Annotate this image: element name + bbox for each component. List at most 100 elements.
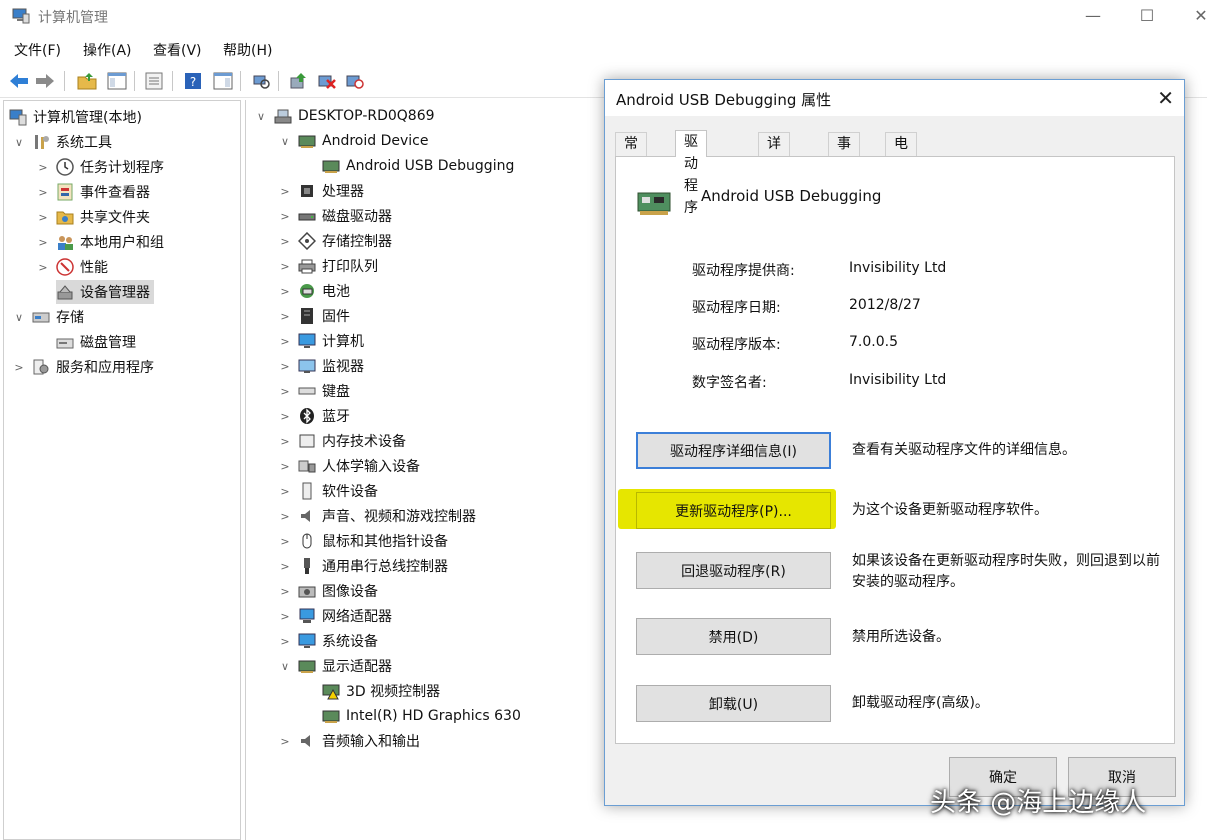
expand-chevron-icon[interactable]: >	[278, 359, 292, 373]
disable-device-button[interactable]: 禁用(D)	[636, 618, 831, 655]
device-category[interactable]: > 鼠标和其他指针设备	[278, 529, 448, 553]
device-category[interactable]: > 声音、视频和游戏控制器	[278, 504, 476, 528]
device-category[interactable]: > 通用串行总线控制器	[278, 554, 448, 578]
menu-file[interactable]: 文件(F)	[14, 40, 61, 60]
help-icon[interactable]: ?	[182, 70, 204, 92]
tree-item-performance[interactable]: > 性能	[36, 255, 108, 279]
expand-chevron-icon[interactable]: >	[278, 634, 292, 648]
tab-details[interactable]: 详细信息	[758, 132, 790, 218]
expand-chevron-icon[interactable]: >	[12, 360, 26, 374]
device-category[interactable]: > 计算机	[278, 329, 364, 353]
tree-item-local-users[interactable]: > 本地用户和组	[36, 230, 164, 254]
expand-chevron-icon[interactable]: >	[278, 584, 292, 598]
expand-chevron-icon[interactable]: >	[278, 259, 292, 273]
minimize-button[interactable]: —	[1070, 0, 1116, 30]
show-tree-icon[interactable]	[106, 70, 128, 92]
expand-chevron-icon[interactable]: >	[278, 384, 292, 398]
expand-chevron-icon[interactable]: >	[278, 234, 292, 248]
expand-chevron-icon[interactable]: >	[36, 185, 50, 199]
expand-chevron-icon[interactable]: >	[278, 184, 292, 198]
device-category[interactable]: > 蓝牙	[278, 404, 350, 428]
expand-chevron-icon[interactable]: >	[278, 534, 292, 548]
tree-item-disk-management[interactable]: 磁盘管理	[56, 330, 136, 354]
device-category[interactable]: > 系统设备	[278, 629, 378, 653]
disable-device-icon[interactable]	[344, 70, 366, 92]
expand-chevron-icon[interactable]: >	[278, 609, 292, 623]
tree-item-computer-management[interactable]: 计算机管理(本地)	[9, 105, 142, 129]
device-category[interactable]: > 存储控制器	[278, 229, 392, 253]
device-category[interactable]: > 音频输入和输出	[278, 729, 420, 753]
device-card-icon	[322, 710, 340, 723]
close-button[interactable]: ✕	[1178, 0, 1207, 30]
device-category[interactable]: > 磁盘驱动器	[278, 204, 392, 228]
collapse-chevron-icon[interactable]: ∨	[278, 659, 292, 673]
device-tree-root[interactable]: ∨ DESKTOP-RD0Q869	[254, 104, 435, 128]
device-category[interactable]: > 网络适配器	[278, 604, 392, 628]
device-category[interactable]: > 内存技术设备	[278, 429, 406, 453]
scan-hardware-icon[interactable]	[250, 70, 272, 92]
forward-arrow-icon[interactable]	[34, 70, 56, 92]
expand-chevron-icon[interactable]: >	[36, 260, 50, 274]
uninstall-driver-button[interactable]: 卸载(U)	[636, 685, 831, 722]
up-folder-icon[interactable]	[76, 70, 98, 92]
storage-controller-icon	[298, 232, 316, 250]
properties-icon[interactable]	[143, 70, 165, 92]
device-category[interactable]: > 处理器	[278, 179, 364, 203]
tree-item-system-tools[interactable]: ∨ 系统工具	[12, 130, 112, 154]
device-category[interactable]: > 固件	[278, 304, 350, 328]
expand-chevron-icon[interactable]: >	[278, 459, 292, 473]
device-category[interactable]: > 监视器	[278, 354, 364, 378]
collapse-chevron-icon[interactable]: ∨	[278, 134, 292, 148]
expand-chevron-icon[interactable]: >	[278, 559, 292, 573]
back-arrow-icon[interactable]	[8, 70, 30, 92]
expand-chevron-icon[interactable]: >	[278, 309, 292, 323]
tree-item-services-apps[interactable]: > 服务和应用程序	[12, 355, 154, 379]
device-category[interactable]: > 图像设备	[278, 579, 378, 603]
device-category-android[interactable]: ∨ Android Device	[278, 129, 429, 153]
menu-view[interactable]: 查看(V)	[153, 40, 202, 60]
tree-item-storage[interactable]: ∨ 存储	[12, 305, 84, 329]
expand-chevron-icon[interactable]: >	[36, 210, 50, 224]
tab-driver[interactable]: 驱动程序	[675, 130, 707, 216]
device-category[interactable]: > 电池	[278, 279, 350, 303]
menu-help[interactable]: 帮助(H)	[223, 40, 272, 60]
update-driver-icon[interactable]	[288, 70, 310, 92]
rollback-driver-button[interactable]: 回退驱动程序(R)	[636, 552, 831, 589]
tree-item-task-scheduler[interactable]: > 任务计划程序	[36, 155, 164, 179]
tree-item-device-manager[interactable]: 设备管理器	[56, 280, 154, 304]
expand-chevron-icon[interactable]: >	[278, 334, 292, 348]
dialog-close-button[interactable]: ✕	[1157, 86, 1174, 110]
tree-item-event-viewer[interactable]: > 事件查看器	[36, 180, 150, 204]
collapse-chevron-icon[interactable]: ∨	[254, 109, 268, 123]
device-intel-graphics[interactable]: Intel(R) HD Graphics 630	[322, 704, 521, 728]
menu-action[interactable]: 操作(A)	[83, 40, 132, 60]
expand-chevron-icon[interactable]: >	[278, 509, 292, 523]
expand-chevron-icon[interactable]: >	[36, 160, 50, 174]
action-pane-icon[interactable]	[212, 70, 234, 92]
device-android-usb-debugging[interactable]: Android USB Debugging	[322, 154, 514, 178]
collapse-chevron-icon[interactable]: ∨	[12, 135, 26, 149]
tree-label: 监视器	[322, 359, 364, 375]
tab-power-management[interactable]: 电源管理	[885, 132, 917, 218]
device-category-display-adapters[interactable]: ∨ 显示适配器	[278, 654, 392, 678]
device-category[interactable]: > 人体学输入设备	[278, 454, 420, 478]
expand-chevron-icon[interactable]: >	[278, 434, 292, 448]
driver-details-button[interactable]: 驱动程序详细信息(I)	[636, 432, 831, 469]
update-driver-button[interactable]: 更新驱动程序(P)...	[636, 492, 831, 529]
device-3d-video-controller[interactable]: 3D 视频控制器	[322, 679, 440, 703]
uninstall-device-icon[interactable]	[316, 70, 338, 92]
expand-chevron-icon[interactable]: >	[278, 484, 292, 498]
device-category[interactable]: > 打印队列	[278, 254, 378, 278]
expand-chevron-icon[interactable]: >	[278, 734, 292, 748]
expand-chevron-icon[interactable]: >	[278, 284, 292, 298]
expand-chevron-icon[interactable]: >	[278, 209, 292, 223]
collapse-chevron-icon[interactable]: ∨	[12, 310, 26, 324]
tab-events[interactable]: 事件	[828, 132, 860, 174]
device-category[interactable]: > 键盘	[278, 379, 350, 403]
tree-item-shared-folders[interactable]: > 共享文件夹	[36, 205, 150, 229]
tab-general[interactable]: 常规	[615, 132, 647, 174]
device-category[interactable]: > 软件设备	[278, 479, 378, 503]
maximize-button[interactable]: ☐	[1124, 0, 1170, 30]
expand-chevron-icon[interactable]: >	[36, 235, 50, 249]
expand-chevron-icon[interactable]: >	[278, 409, 292, 423]
